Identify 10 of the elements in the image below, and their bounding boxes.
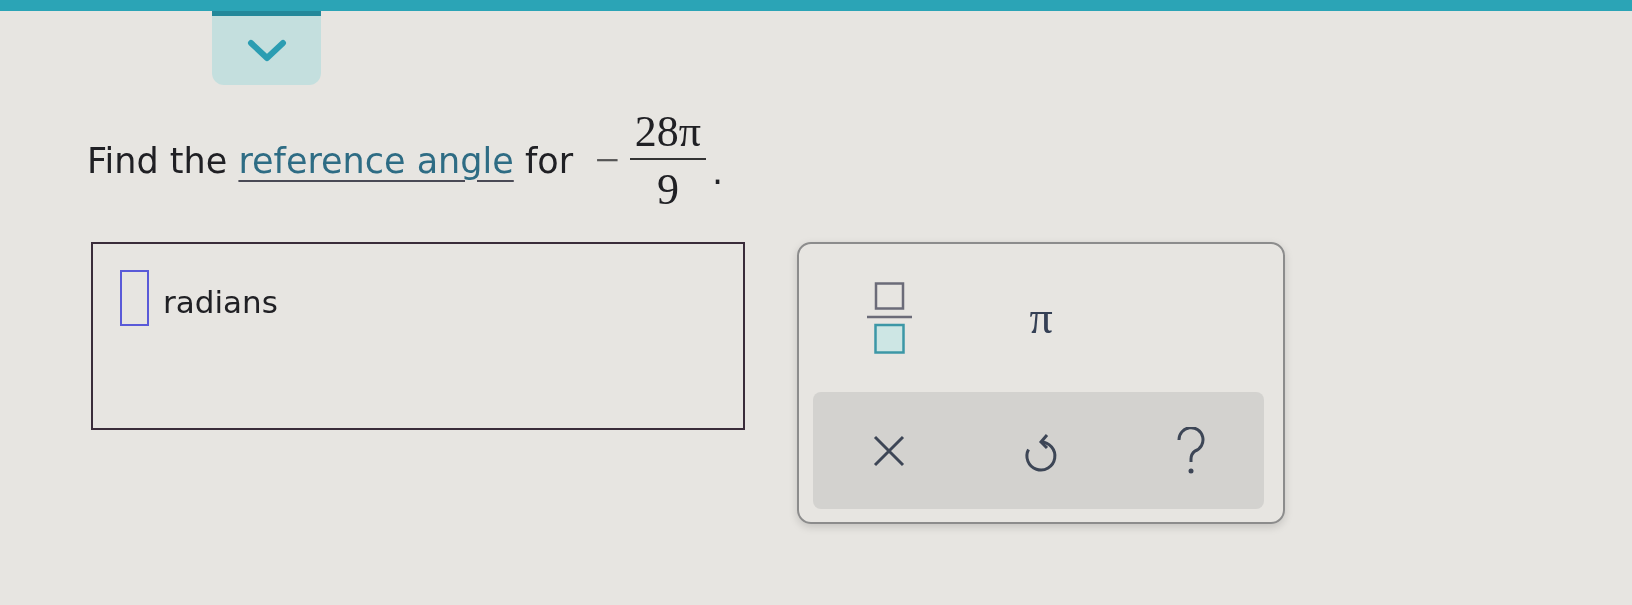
symbol-key[interactable]: π	[1009, 278, 1073, 358]
unit-label: radians	[163, 287, 278, 318]
reference-angle-link[interactable]: reference angle	[238, 140, 514, 181]
collapse-button[interactable]	[212, 11, 321, 85]
answer-input[interactable]	[120, 270, 149, 326]
x-icon	[873, 434, 905, 467]
question-mark-icon	[1174, 426, 1207, 475]
chevron-down-icon	[246, 38, 287, 63]
fraction-icon	[866, 282, 912, 354]
fraction: 28π 9	[629, 110, 707, 212]
